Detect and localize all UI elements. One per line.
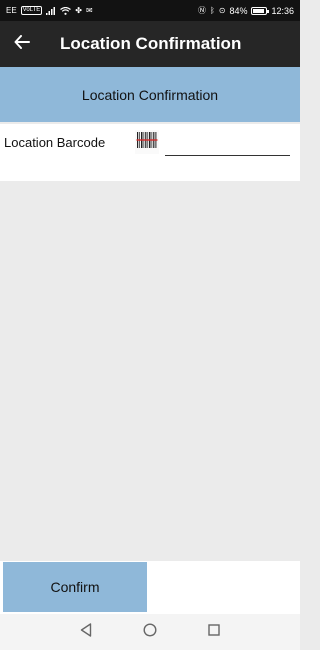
arrow-left-icon [14,34,30,54]
back-triangle-icon [80,622,92,642]
status-left: EE VoLTE ✤ ✉ [6,6,93,15]
system-nav-bar [0,614,300,650]
nav-home-button[interactable] [118,614,182,650]
section-title: Location Confirmation [81,86,219,103]
home-circle-icon [143,622,157,642]
nfc-icon: Ⓝ [197,6,206,15]
barcode-icon [136,130,158,155]
nav-recents-button[interactable] [182,614,246,650]
status-bar: EE VoLTE ✤ ✉ Ⓝ ᛒ ⊙ 84% 12:36 [0,0,300,21]
footer-area: Confirm [0,561,300,614]
battery-percent: 84% [229,5,248,16]
battery-fill [253,8,264,13]
volte-badge: VoLTE [20,6,43,15]
carrier-label: EE [6,6,17,15]
section-header: Location Confirmation [0,67,300,122]
location-icon: ⊙ [218,6,226,15]
confirm-button[interactable]: Confirm [3,562,147,612]
battery-icon [251,6,270,15]
signal-icon [46,6,56,15]
wifi-icon [60,6,72,15]
location-barcode-input[interactable] [165,134,290,156]
nav-back-button[interactable] [54,614,118,650]
mail-icon: ✉ [85,6,93,15]
location-barcode-label: Location Barcode [4,135,106,150]
back-button[interactable] [0,21,44,67]
form-card: Location Barcode [0,124,300,181]
status-right: Ⓝ ᛒ ⊙ 84% 12:36 [198,5,294,16]
bluetooth-icon: ᛒ [209,6,215,15]
scan-barcode-button[interactable] [135,130,159,154]
recents-square-icon [208,623,220,641]
page-title: Location Confirmation [60,34,242,53]
clock: 12:36 [271,5,294,16]
app-bar: Location Confirmation [0,21,300,67]
fan-icon: ✤ [75,6,82,15]
